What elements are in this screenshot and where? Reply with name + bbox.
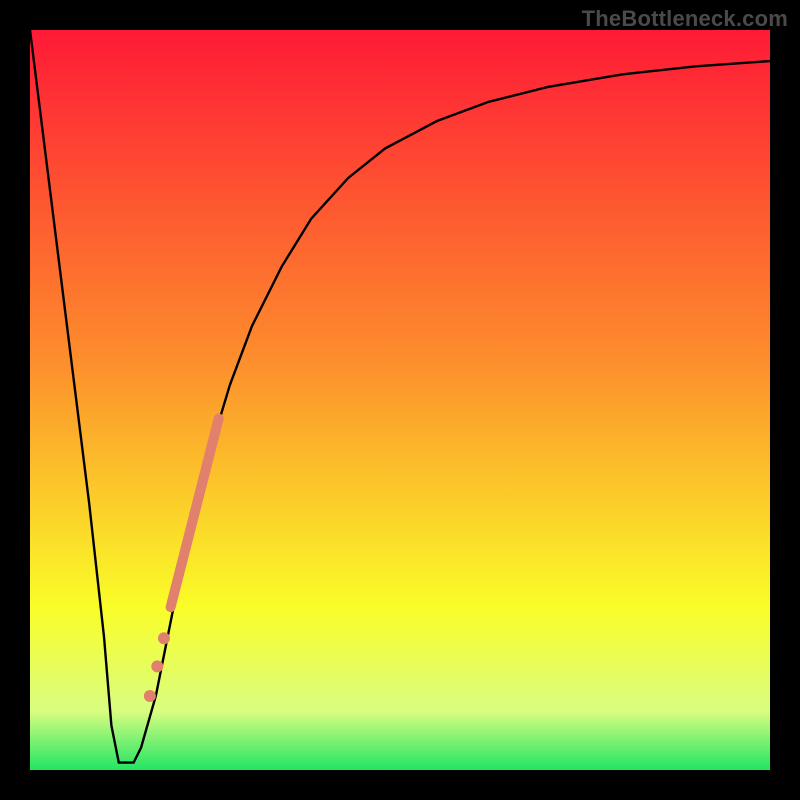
plot-area bbox=[30, 30, 770, 770]
watermark-text: TheBottleneck.com bbox=[582, 6, 788, 32]
highlight-dot bbox=[158, 632, 170, 644]
chart-svg bbox=[30, 30, 770, 770]
highlight-dot bbox=[151, 660, 163, 672]
highlight-dot bbox=[144, 690, 156, 702]
chart-frame: TheBottleneck.com bbox=[0, 0, 800, 800]
